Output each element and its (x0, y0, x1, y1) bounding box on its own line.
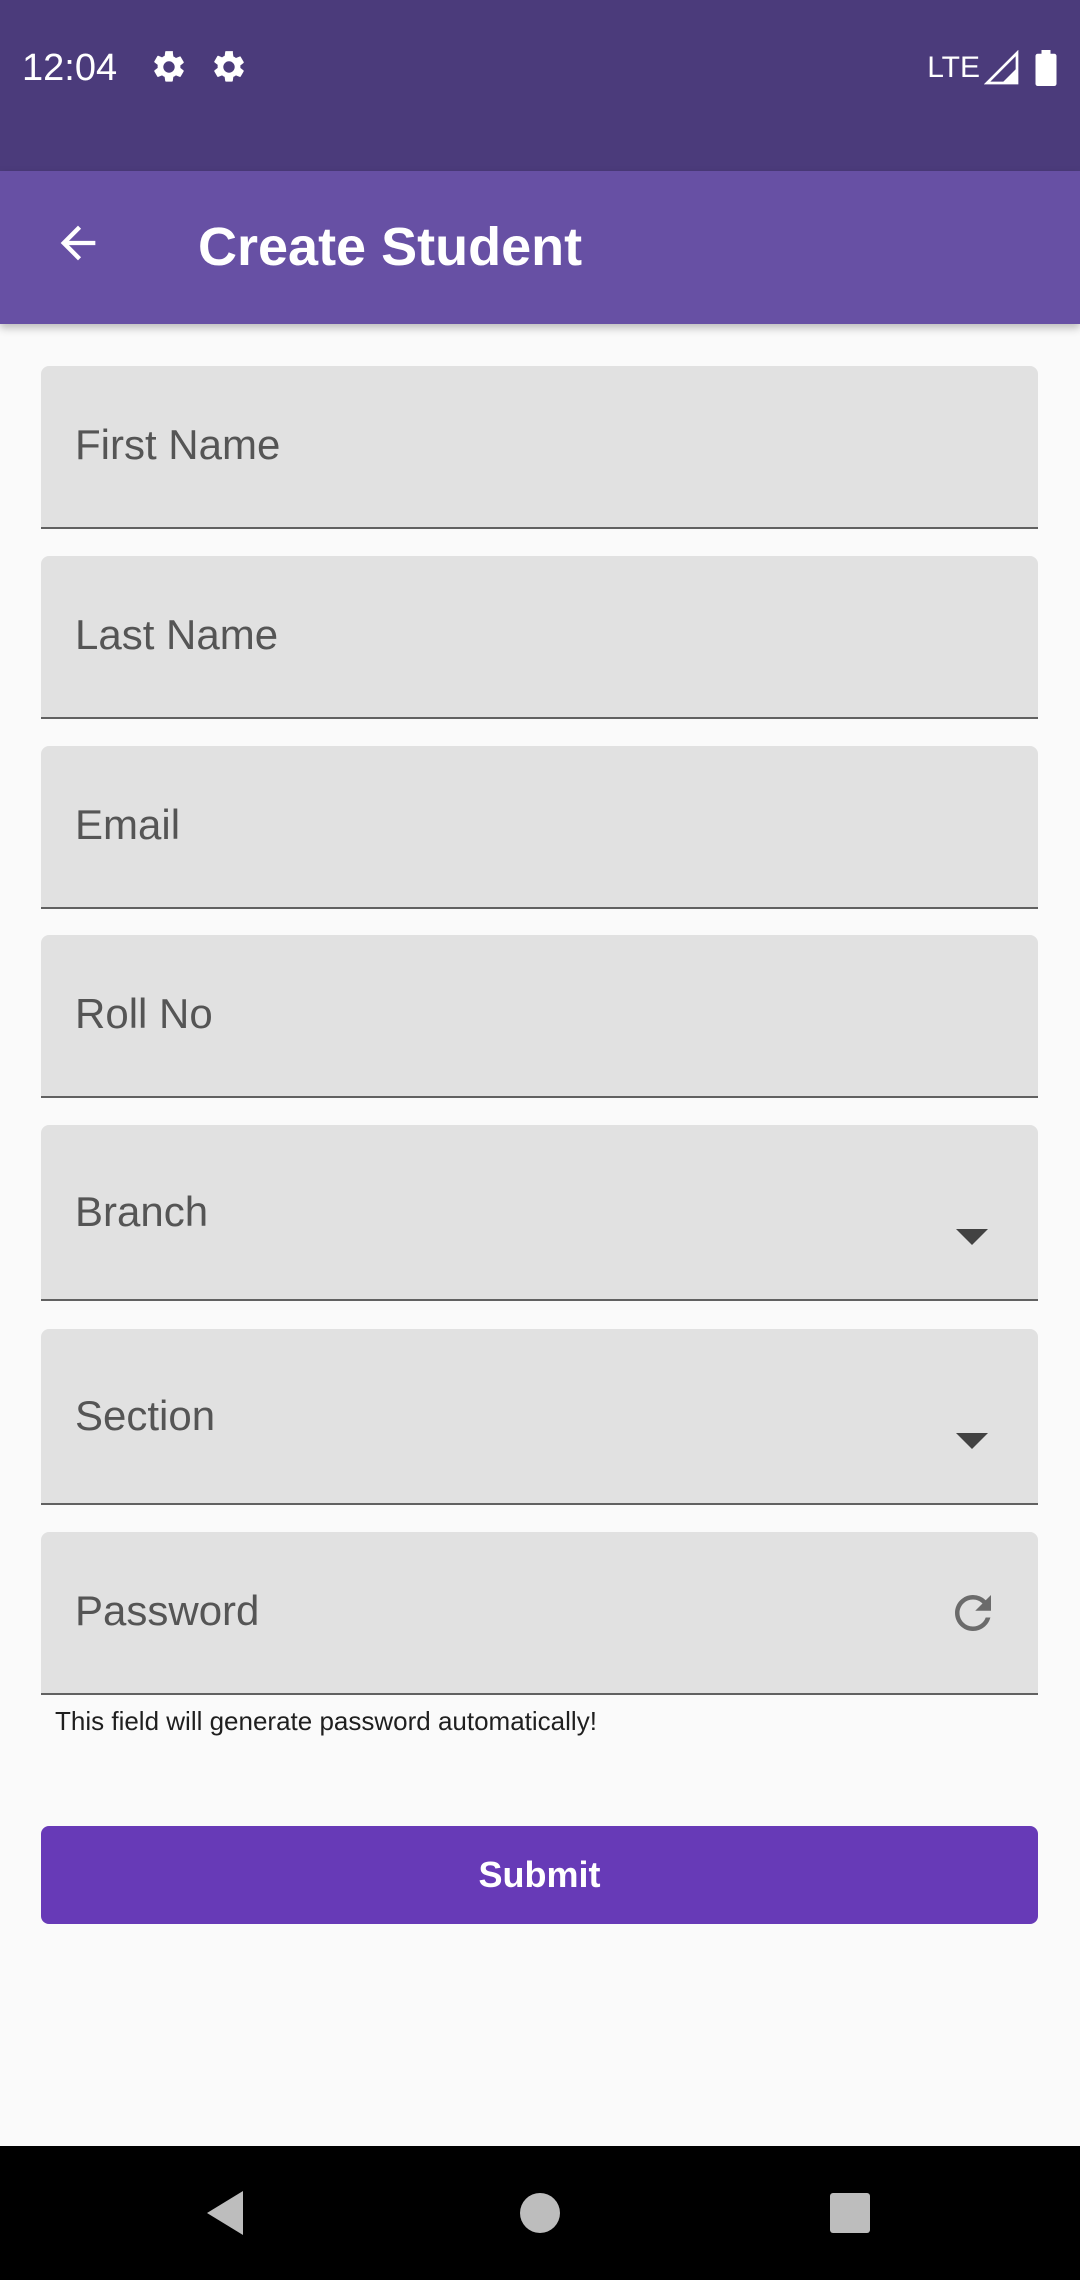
password-label: Password (75, 1587, 260, 1634)
branch-dropdown[interactable]: Branch (41, 1125, 1038, 1301)
back-button[interactable] (42, 207, 114, 279)
nav-recents-button[interactable] (807, 2170, 893, 2256)
first-name-field[interactable]: First Name (41, 366, 1038, 529)
refresh-icon[interactable] (946, 1586, 1000, 1640)
dropdown-arrow-icon (956, 1433, 988, 1449)
recents-square-icon (830, 2193, 870, 2233)
home-circle-icon (520, 2193, 560, 2233)
first-name-label: First Name (75, 421, 281, 468)
email-label: Email (75, 801, 181, 848)
gear-icon (154, 51, 184, 82)
section-label: Section (75, 1392, 216, 1439)
last-name-field[interactable]: Last Name (41, 556, 1038, 719)
dropdown-arrow-icon (956, 1229, 988, 1245)
submit-button[interactable]: Submit (41, 1826, 1038, 1924)
page-title: Create Student (198, 217, 583, 277)
section-dropdown[interactable]: Section (41, 1329, 1038, 1505)
nav-home-button[interactable] (497, 2170, 583, 2256)
network-type: LTE (927, 51, 980, 84)
gear-icon (214, 51, 244, 82)
last-name-label: Last Name (75, 611, 279, 658)
nav-back-button[interactable] (182, 2170, 268, 2256)
battery-icon (1035, 50, 1057, 86)
email-field[interactable]: Email (41, 746, 1038, 909)
status-indicators: LTE (927, 46, 1058, 90)
roll-no-label: Roll No (75, 990, 213, 1037)
password-field[interactable]: Password (41, 1532, 1038, 1695)
signal-icon (984, 50, 1019, 85)
back-triangle-icon (207, 2191, 243, 2235)
arrow-back-icon (60, 225, 96, 261)
password-helper-text: This field will generate password automa… (55, 1706, 597, 1736)
status-bar: 12:04 LTE (0, 0, 1080, 171)
roll-no-field[interactable]: Roll No (41, 935, 1038, 1098)
system-nav-bar (0, 2146, 1080, 2280)
status-time: 12:04 (22, 47, 118, 89)
app-bar: Create Student (0, 171, 1080, 324)
branch-label: Branch (75, 1188, 209, 1235)
